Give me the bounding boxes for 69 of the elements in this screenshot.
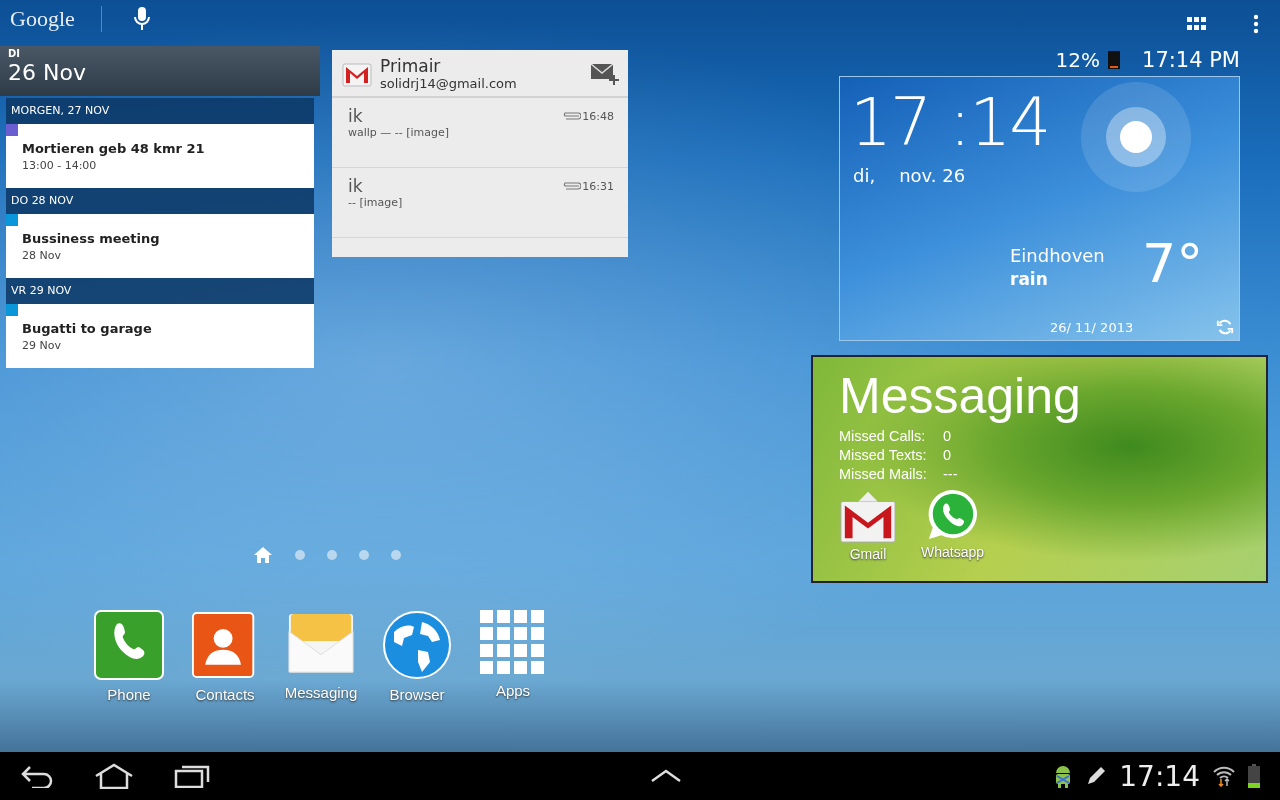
date: nov. 26 [899,165,966,186]
update-date: 26/ 11/ 2013 [1050,320,1134,335]
app-label: Apps [495,682,531,699]
page-dot[interactable] [295,550,305,560]
counter-label: Missed Mails: [839,465,928,484]
globe-icon [382,610,452,680]
mail-sender: ik [348,106,364,126]
day-header: DO 28 NOV [6,188,314,214]
phone-icon [94,610,164,680]
event-title: Bussiness meeting [22,230,160,246]
counter-value: --- [943,465,958,484]
microphone-icon[interactable] [131,6,152,32]
widget-title: Messaging [839,367,1081,425]
calendar-event[interactable]: Bussiness meeting 28 Nov [6,214,314,278]
wifi-icon [1212,765,1236,787]
pencil-icon[interactable] [1085,765,1108,787]
mailbox-label: Primair [380,57,442,76]
day-header: VR 29 NOV [6,278,314,304]
app-label: Gmail [849,546,887,562]
page-dot[interactable] [359,550,369,560]
app-label: Messaging [284,684,358,701]
back-icon[interactable] [20,764,54,788]
page-dot[interactable] [391,550,401,560]
page-dot[interactable] [327,550,337,560]
counter-label: Missed Calls: [839,427,927,446]
battery-icon [1108,51,1120,69]
counter-value: 0 [943,446,953,465]
mail-item[interactable]: ik 16:31 -- [image] [332,168,628,238]
mail-item[interactable]: ik 16:48 wallp — -- [image] [332,98,628,168]
app-grid-icon[interactable] [1187,17,1207,31]
app-grid-icon [480,610,546,676]
event-time: 13:00 - 14:00 [22,158,97,172]
calendar-event[interactable]: Mortieren geb 48 kmr 21 13:00 - 14:00 [6,124,314,188]
event-time: 28 Nov [22,248,61,262]
city-name: Eindhoven [1010,245,1105,266]
recent-apps-icon[interactable] [174,764,210,788]
temperature: 7° [1142,232,1204,295]
compose-mail-icon[interactable] [590,62,620,86]
clock-time: 17:14 PM [1142,48,1240,72]
counter-label: Missed Texts: [839,446,928,465]
weather-condition: rain [1010,269,1048,289]
app-label: Contacts [195,686,255,703]
event-time: 29 Nov [22,338,61,352]
home-icon[interactable] [94,763,134,789]
mail-snippet: wallp — -- [image] [348,126,450,139]
clock-time: 17 :14 [850,83,1050,163]
battery-icon [1248,764,1260,788]
menu-icon[interactable] [1253,14,1259,34]
mail-snippet: -- [image] [348,196,403,209]
google-logo[interactable]: Google [10,6,102,32]
calendar-weekday: DI [8,48,22,60]
counter-value: 0 [943,427,953,446]
app-label: Browser [389,686,445,703]
calendar-event[interactable]: Bugatti to garage 29 Nov [6,304,314,368]
clock-time: 17:14 [1119,759,1200,793]
battery-percentage: 12% [1055,48,1100,72]
mail-time: 16:31 [582,179,614,193]
mail-time: 16:48 [582,109,614,123]
mail-sender: ik [348,176,364,196]
day-header: MORGEN, 27 NOV [6,98,314,124]
event-title: Mortieren geb 48 kmr 21 [22,140,205,156]
caret-icon[interactable] [650,769,682,783]
app-label: Whatsapp [921,544,985,560]
weekday: di, [853,165,876,186]
account-email: solidrj14@gmail.com [380,76,518,91]
app-label: Phone [107,686,151,703]
google-search-bar[interactable]: Google [10,6,162,32]
calendar-date: 26 Nov [8,60,87,86]
event-title: Bugatti to garage [22,320,152,336]
